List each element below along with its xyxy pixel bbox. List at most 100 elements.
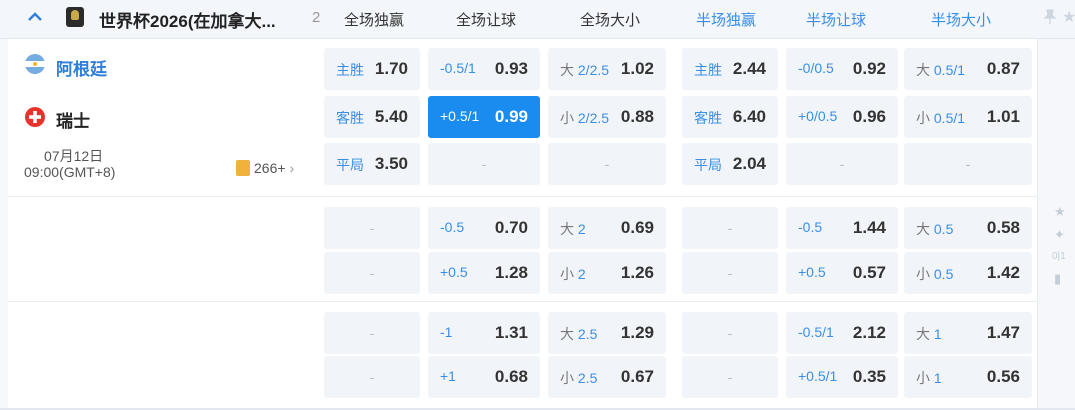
odds-cell[interactable]: +0/0.5 0.96	[786, 96, 898, 138]
odds-value: 5.40	[374, 107, 408, 126]
odds-label: +0.5	[440, 264, 468, 280]
odds-empty: -	[727, 369, 733, 385]
odds-value: 0.93	[494, 59, 528, 78]
odds-cell[interactable]: -0/0.5 0.92	[786, 48, 898, 90]
odds-value: 2.04	[732, 154, 766, 173]
odds-empty: -	[727, 265, 733, 281]
column-header-ht-handicap: 半场让球	[805, 12, 866, 29]
odds-value: 0.58	[986, 218, 1020, 237]
odds-label: -1	[440, 324, 453, 340]
score-icon[interactable]: 0|1	[1052, 251, 1066, 262]
odds-empty: -	[727, 220, 733, 236]
odds-value: 2.44	[732, 59, 766, 78]
chevron-up-icon[interactable]	[26, 8, 44, 26]
odds-cell[interactable]: -0.5 0.70	[428, 207, 540, 249]
odds-label: 大 0.5/1	[916, 62, 966, 78]
odds-cell[interactable]: 小 2 1.26	[548, 252, 666, 294]
odds-cell[interactable]: -1 1.31	[428, 312, 540, 354]
odds-label: -0.5	[798, 219, 823, 235]
odds-value: 1.29	[620, 323, 654, 342]
odds-value: 0.87	[986, 59, 1020, 78]
odds-value: 1.70	[374, 59, 408, 78]
odds-value: 0.57	[852, 263, 886, 282]
odds-value: 1.28	[494, 263, 528, 282]
league-header: 世界杯2026(在加拿大... 2 全场独赢 全场让球 全场大小 半场独赢 半场…	[0, 0, 1075, 39]
odds-cell: -	[428, 143, 540, 185]
odds-value: 1.47	[986, 323, 1020, 342]
odds-label: 大 2/2.5	[560, 62, 610, 78]
odds-label: 小 0.5	[916, 266, 954, 282]
odds-cell: -	[904, 143, 1032, 185]
odds-cell[interactable]: -0.5/1 0.93	[428, 48, 540, 90]
column-header-ft-1x2: 全场独赢	[343, 12, 404, 29]
odds-cell: -	[324, 252, 420, 294]
odds-cell[interactable]: +1 0.68	[428, 356, 540, 398]
odds-cell[interactable]: 小 1 0.56	[904, 356, 1032, 398]
odds-cell[interactable]: 小 2/2.5 0.88	[548, 96, 666, 138]
odds-cell[interactable]: 主胜 2.44	[682, 48, 778, 90]
odds-label: 小 1	[916, 370, 942, 386]
odds-cell[interactable]: 小 2.5 0.67	[548, 356, 666, 398]
odds-cell[interactable]: +0.5 1.28	[428, 252, 540, 294]
odds-label: 小 2/2.5	[560, 110, 610, 126]
world-cup-icon	[66, 7, 84, 27]
row-divider	[8, 196, 1037, 197]
odds-empty: -	[839, 156, 845, 172]
more-bets-link[interactable]: 266+ ›	[236, 160, 294, 176]
away-team-name[interactable]: 瑞士	[56, 107, 90, 132]
odds-cell[interactable]: 客胜 5.40	[324, 96, 420, 138]
odds-value: 0.70	[494, 218, 528, 237]
left-edge	[0, 39, 8, 410]
odds-label: 客胜	[336, 110, 364, 126]
league-title[interactable]: 世界杯2026(在加拿大...	[99, 7, 276, 32]
odds-cell[interactable]: 平局 2.04	[682, 143, 778, 185]
odds-label: +1	[440, 368, 456, 384]
odds-cell[interactable]: 大 2.5 1.29	[548, 312, 666, 354]
odds-cell[interactable]: -0.5 1.44	[786, 207, 898, 249]
odds-cell[interactable]: 主胜 1.70	[324, 48, 420, 90]
star-icon[interactable]: ★	[1054, 204, 1066, 220]
odds-cell[interactable]: 客胜 6.40	[682, 96, 778, 138]
odds-label: +0.5/1	[440, 108, 480, 124]
pin-icon[interactable]: ✦	[1054, 227, 1065, 243]
odds-value: 1.02	[620, 59, 654, 78]
odds-label: 平局	[336, 157, 364, 173]
odds-empty: -	[727, 325, 733, 341]
odds-cell[interactable]: 大 0.5/1 0.87	[904, 48, 1032, 90]
odds-cell[interactable]: 小 0.5 1.42	[904, 252, 1032, 294]
odds-cell[interactable]: 大 2 0.69	[548, 207, 666, 249]
odds-cell[interactable]: +0.5/1 0.35	[786, 356, 898, 398]
odds-cell[interactable]: 平局 3.50	[324, 143, 420, 185]
more-bets-count: 266+	[254, 160, 286, 176]
odds-label: 主胜	[336, 62, 364, 78]
column-header-ft-totals: 全场大小	[579, 12, 640, 29]
odds-empty: -	[965, 156, 971, 172]
odds-cell: -	[786, 143, 898, 185]
column-header-ht-1x2: 半场独赢	[695, 12, 756, 29]
odds-cell[interactable]: 大 1 1.47	[904, 312, 1032, 354]
odds-value: 0.35	[852, 367, 886, 386]
stats-icon[interactable]: ▮	[1054, 271, 1061, 287]
odds-cell[interactable]: 大 2/2.5 1.02	[548, 48, 666, 90]
match-time: 09:00(GMT+8)	[24, 164, 116, 180]
odds-cell[interactable]: 小 0.5/1 1.01	[904, 96, 1032, 138]
argentina-flag-icon	[25, 54, 45, 74]
odds-value: 0.88	[620, 107, 654, 126]
odds-label: -0.5	[440, 219, 465, 235]
pin-icon[interactable]	[1042, 9, 1058, 25]
odds-cell[interactable]: +0.5/1 0.99	[428, 96, 540, 138]
odds-label: 大 0.5	[916, 221, 954, 237]
home-team-name[interactable]: 阿根廷	[56, 55, 107, 80]
odds-cell: -	[682, 356, 778, 398]
odds-label: +0.5/1	[798, 368, 838, 384]
odds-value: 1.31	[494, 323, 528, 342]
odds-cell[interactable]: +0.5 0.57	[786, 252, 898, 294]
odds-value: 0.69	[620, 218, 654, 237]
odds-cell[interactable]: -0.5/1 2.12	[786, 312, 898, 354]
odds-cell: -	[324, 356, 420, 398]
odds-value: 1.44	[852, 218, 886, 237]
odds-value: 6.40	[732, 107, 766, 126]
odds-cell[interactable]: 大 0.5 0.58	[904, 207, 1032, 249]
column-header-ft-handicap: 全场让球	[455, 12, 516, 29]
star-icon[interactable]: ★	[1062, 7, 1075, 27]
